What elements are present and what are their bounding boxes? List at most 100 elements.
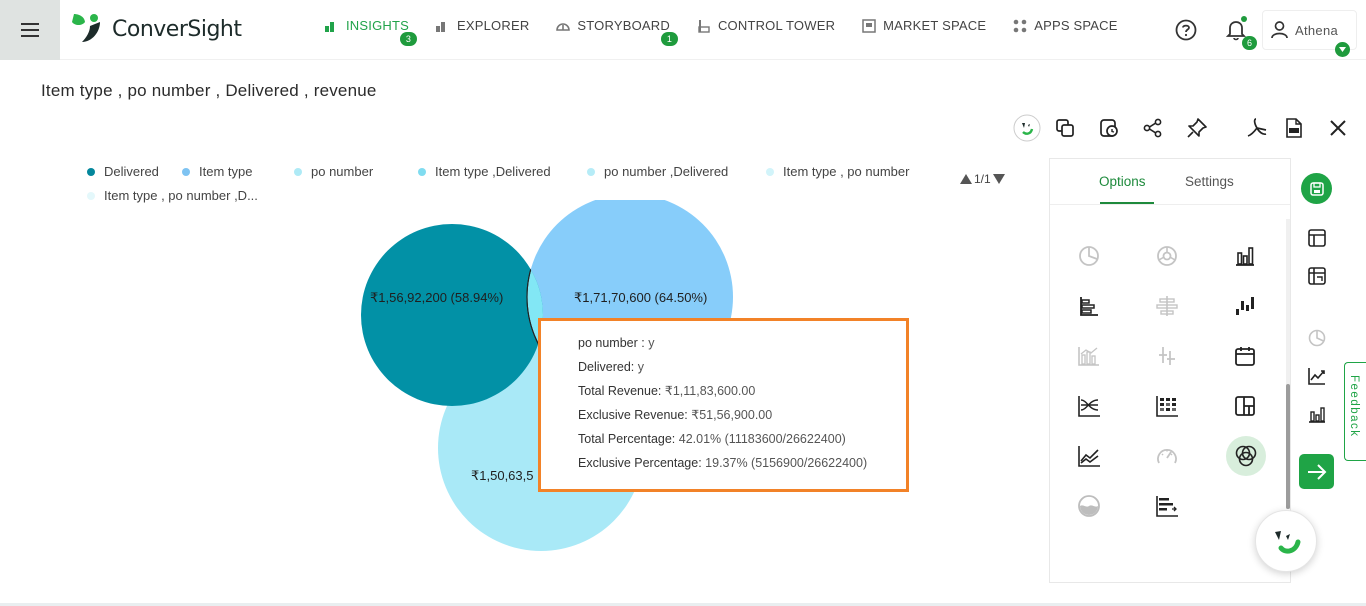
collapse-panel-button[interactable] bbox=[1299, 454, 1334, 489]
apps-space-icon bbox=[1013, 19, 1027, 32]
chart-type-multi-line[interactable] bbox=[1072, 439, 1106, 473]
chart-type-waterfall[interactable] bbox=[1228, 289, 1262, 323]
chart-type-sorted-bar[interactable] bbox=[1150, 489, 1184, 523]
pivot-table-button[interactable] bbox=[1303, 262, 1331, 290]
tooltip-row: Exclusive Percentage: 19.37% (5156900/26… bbox=[578, 453, 906, 477]
legend-item-po-number[interactable]: po number bbox=[294, 164, 373, 179]
assistant-launcher[interactable] bbox=[1255, 510, 1317, 572]
tab-settings[interactable]: Settings bbox=[1185, 174, 1234, 189]
pager-up-icon[interactable] bbox=[960, 174, 972, 184]
save-insight-button[interactable] bbox=[1301, 173, 1332, 204]
nav-apps-space[interactable]: APPS SPACE bbox=[1013, 18, 1117, 33]
feedback-tab[interactable]: Feedback bbox=[1344, 362, 1366, 461]
nav-storyboard-badge: 1 bbox=[660, 32, 678, 46]
chart-type-heatmap[interactable] bbox=[1150, 389, 1184, 423]
legend-dot bbox=[418, 167, 426, 176]
legend-item-all-sets[interactable]: Item type , po number ,D... bbox=[87, 188, 258, 203]
legend-pager: 1/1 bbox=[960, 172, 1005, 186]
chart-type-gauge[interactable] bbox=[1150, 439, 1184, 473]
legend-dot bbox=[294, 167, 302, 176]
share-icon bbox=[1143, 118, 1162, 138]
table-view-button[interactable] bbox=[1303, 224, 1331, 252]
notifications-button[interactable]: 6 bbox=[1225, 16, 1257, 50]
chart-type-horizontal-bar[interactable] bbox=[1072, 289, 1106, 323]
caret-down-icon bbox=[1339, 47, 1346, 52]
tooltip-row: Delivered: y bbox=[578, 357, 906, 381]
pager-down-icon[interactable] bbox=[992, 174, 1005, 184]
tooltip-key: Exclusive Revenue: bbox=[578, 408, 688, 422]
nav-storyboard[interactable]: STORYBOARD 1 bbox=[556, 18, 678, 46]
feedback-label: Feedback bbox=[1348, 375, 1360, 438]
chart-type-bar[interactable] bbox=[1228, 239, 1262, 273]
schedule-report-button[interactable] bbox=[1095, 114, 1123, 142]
chart-type-calendar[interactable] bbox=[1228, 339, 1262, 373]
legend-dot bbox=[587, 167, 595, 176]
liquid-fill-chart-icon bbox=[1078, 495, 1100, 517]
share-button[interactable] bbox=[1139, 114, 1167, 142]
venn-circle-delivered[interactable] bbox=[361, 224, 543, 406]
chart-type-liquid-fill[interactable] bbox=[1072, 489, 1106, 523]
nav-insights-label: INSIGHTS bbox=[346, 18, 409, 33]
brand-logo[interactable]: ConverSight bbox=[70, 12, 242, 46]
chart-type-pie[interactable] bbox=[1072, 239, 1106, 273]
line-view-button[interactable] bbox=[1303, 362, 1331, 390]
panel-scrollbar[interactable] bbox=[1286, 219, 1290, 509]
tooltip-value: y bbox=[644, 336, 655, 350]
export-pdf-button[interactable] bbox=[1243, 114, 1271, 142]
user-name: Athena bbox=[1295, 22, 1339, 38]
schedule-report-icon bbox=[1100, 119, 1118, 137]
sorted-bar-chart-icon bbox=[1156, 496, 1178, 517]
legend-item-item-type-delivered[interactable]: Item type ,Delivered bbox=[418, 164, 551, 179]
user-menu-caret[interactable] bbox=[1335, 42, 1350, 57]
market-space-icon bbox=[862, 18, 876, 33]
chart-type-venn[interactable] bbox=[1226, 436, 1266, 476]
legend-item-item-type[interactable]: Item type bbox=[182, 164, 252, 179]
control-tower-icon bbox=[698, 19, 710, 33]
export-xlsx-button[interactable] bbox=[1280, 114, 1308, 142]
pivot-table-icon bbox=[1308, 267, 1326, 285]
chart-type-combo[interactable] bbox=[1072, 339, 1106, 373]
chart-type-box-plot[interactable] bbox=[1150, 339, 1184, 373]
legend-item-delivered[interactable]: Delivered bbox=[87, 164, 159, 179]
pie-view-button[interactable] bbox=[1303, 324, 1331, 352]
nav-control-tower[interactable]: CONTROL TOWER bbox=[697, 18, 835, 33]
legend-dot bbox=[182, 167, 190, 176]
donut-chart-icon bbox=[1157, 246, 1177, 266]
assistant-toggle-button[interactable] bbox=[1013, 114, 1041, 142]
copy-button[interactable] bbox=[1051, 114, 1079, 142]
user-menu[interactable]: Athena bbox=[1262, 10, 1357, 57]
tooltip-value: 42.01% (11183600/26622400) bbox=[675, 432, 846, 446]
nav-apps-space-label: APPS SPACE bbox=[1034, 18, 1118, 33]
help-button[interactable] bbox=[1175, 19, 1197, 46]
tooltip-row: Total Revenue: ₹1,11,83,600.00 bbox=[578, 381, 906, 405]
nav-market-space[interactable]: MARKET SPACE bbox=[862, 18, 986, 33]
gauge-chart-icon bbox=[1157, 449, 1177, 464]
top-bar: ConverSight INSIGHTS 3 EXPLORER STORYBOA… bbox=[0, 0, 1366, 60]
tab-options[interactable]: Options bbox=[1099, 174, 1146, 189]
user-icon bbox=[1271, 21, 1288, 39]
chart-type-diverging-bar[interactable] bbox=[1150, 289, 1184, 323]
chart-type-bump[interactable] bbox=[1072, 389, 1106, 423]
chart-type-donut[interactable] bbox=[1150, 239, 1184, 273]
panel-scrollbar-thumb[interactable] bbox=[1286, 384, 1290, 509]
tooltip-key: Total Revenue: bbox=[578, 384, 662, 398]
chart-type-treemap[interactable] bbox=[1228, 389, 1262, 423]
legend-item-po-number-delivered[interactable]: po number ,Delivered bbox=[587, 164, 728, 179]
pin-button[interactable] bbox=[1183, 114, 1211, 142]
close-button[interactable] bbox=[1324, 114, 1352, 142]
tooltip-row: po number : y bbox=[578, 333, 906, 357]
nav-explorer[interactable]: EXPLORER bbox=[436, 18, 529, 33]
venn-label-delivered: ₹1,56,92,200 (58.94%) bbox=[370, 290, 503, 305]
notification-badge: 6 bbox=[1242, 36, 1257, 50]
heatmap-chart-icon bbox=[1156, 396, 1178, 417]
legend-item-item-type-po-number[interactable]: Item type , po number bbox=[766, 164, 909, 179]
legend-label: Delivered bbox=[104, 164, 159, 179]
legend-label: Item type , po number bbox=[783, 164, 910, 179]
bar-view-button[interactable] bbox=[1303, 400, 1331, 428]
bar-chart-icon bbox=[1236, 247, 1254, 266]
menu-button[interactable] bbox=[0, 0, 60, 60]
tooltip-value: y bbox=[634, 360, 645, 374]
pin-icon bbox=[1187, 118, 1207, 138]
nav-insights[interactable]: INSIGHTS 3 bbox=[325, 18, 417, 46]
active-tab-indicator bbox=[1100, 202, 1154, 204]
